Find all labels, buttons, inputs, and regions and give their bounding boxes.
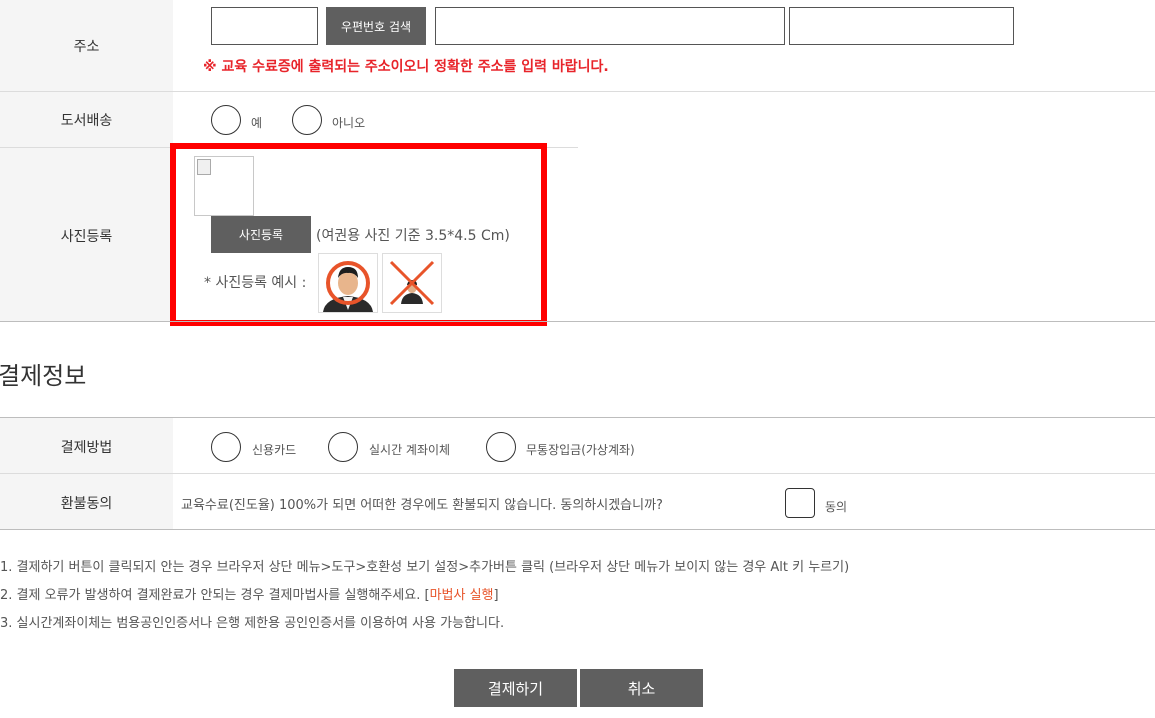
address-warning: ※ 교육 수료증에 출력되는 주소이오니 정확한 주소를 입력 바랍니다. bbox=[203, 59, 609, 75]
divider bbox=[0, 321, 1155, 322]
note-1: 1. 결제하기 버튼이 클릭되지 안는 경우 브라우저 상단 메뉴>도구>호환성… bbox=[0, 560, 850, 575]
book-delivery-yes-radio[interactable] bbox=[211, 105, 241, 135]
book-delivery-yes-label: 예 bbox=[251, 116, 263, 130]
address-label: 주소 bbox=[73, 39, 100, 55]
address-detail-input[interactable] bbox=[789, 7, 1014, 45]
divider bbox=[0, 473, 1155, 474]
payment-card-label: 신용카드 bbox=[252, 443, 297, 457]
note-2-text: 2. 결제 오류가 발생하여 결제완료가 안되는 경우 결제마법사를 실행해주세… bbox=[0, 588, 430, 603]
postcode-input[interactable] bbox=[211, 7, 318, 45]
divider bbox=[0, 91, 1155, 92]
postcode-search-button[interactable]: 우편번호 검색 bbox=[326, 7, 426, 45]
payment-section-title: 결제정보 bbox=[0, 362, 87, 390]
pay-button[interactable]: 결제하기 bbox=[454, 669, 577, 707]
cancel-button[interactable]: 취소 bbox=[580, 669, 703, 707]
note-2: 2. 결제 오류가 발생하여 결제완료가 안되는 경우 결제마법사를 실행해주세… bbox=[0, 584, 499, 603]
photo-label: 사진등록 bbox=[60, 229, 113, 245]
book-delivery-no-radio[interactable] bbox=[292, 105, 322, 135]
note-2-suffix: ] bbox=[493, 588, 499, 603]
refund-label: 환불동의 bbox=[60, 496, 113, 512]
wizard-link[interactable]: 마법사 실행 bbox=[430, 588, 494, 603]
book-delivery-label: 도서배송 bbox=[60, 113, 113, 129]
refund-agree-label: 동의 bbox=[825, 500, 848, 514]
divider bbox=[0, 417, 1155, 418]
payment-method-label: 결제방법 bbox=[60, 440, 113, 456]
refund-agree-checkbox[interactable] bbox=[785, 488, 815, 518]
refund-text: 교육수료(진도율) 100%가 되면 어떠한 경우에도 환불되지 않습니다. 동… bbox=[181, 498, 663, 513]
payment-card-radio[interactable] bbox=[211, 432, 241, 462]
payment-virtual-account-label: 무통장입금(가상계좌) bbox=[526, 443, 635, 457]
book-delivery-no-label: 아니오 bbox=[332, 116, 366, 130]
highlight-frame bbox=[170, 143, 547, 326]
payment-virtual-account-radio[interactable] bbox=[486, 432, 516, 462]
divider bbox=[0, 529, 1155, 530]
address-input[interactable] bbox=[435, 7, 785, 45]
note-3: 3. 실시간계좌이체는 범용공인인증서나 은행 제한용 공인인증서를 이용하여 … bbox=[0, 616, 505, 631]
payment-transfer-label: 실시간 계좌이체 bbox=[369, 443, 451, 457]
payment-transfer-radio[interactable] bbox=[328, 432, 358, 462]
